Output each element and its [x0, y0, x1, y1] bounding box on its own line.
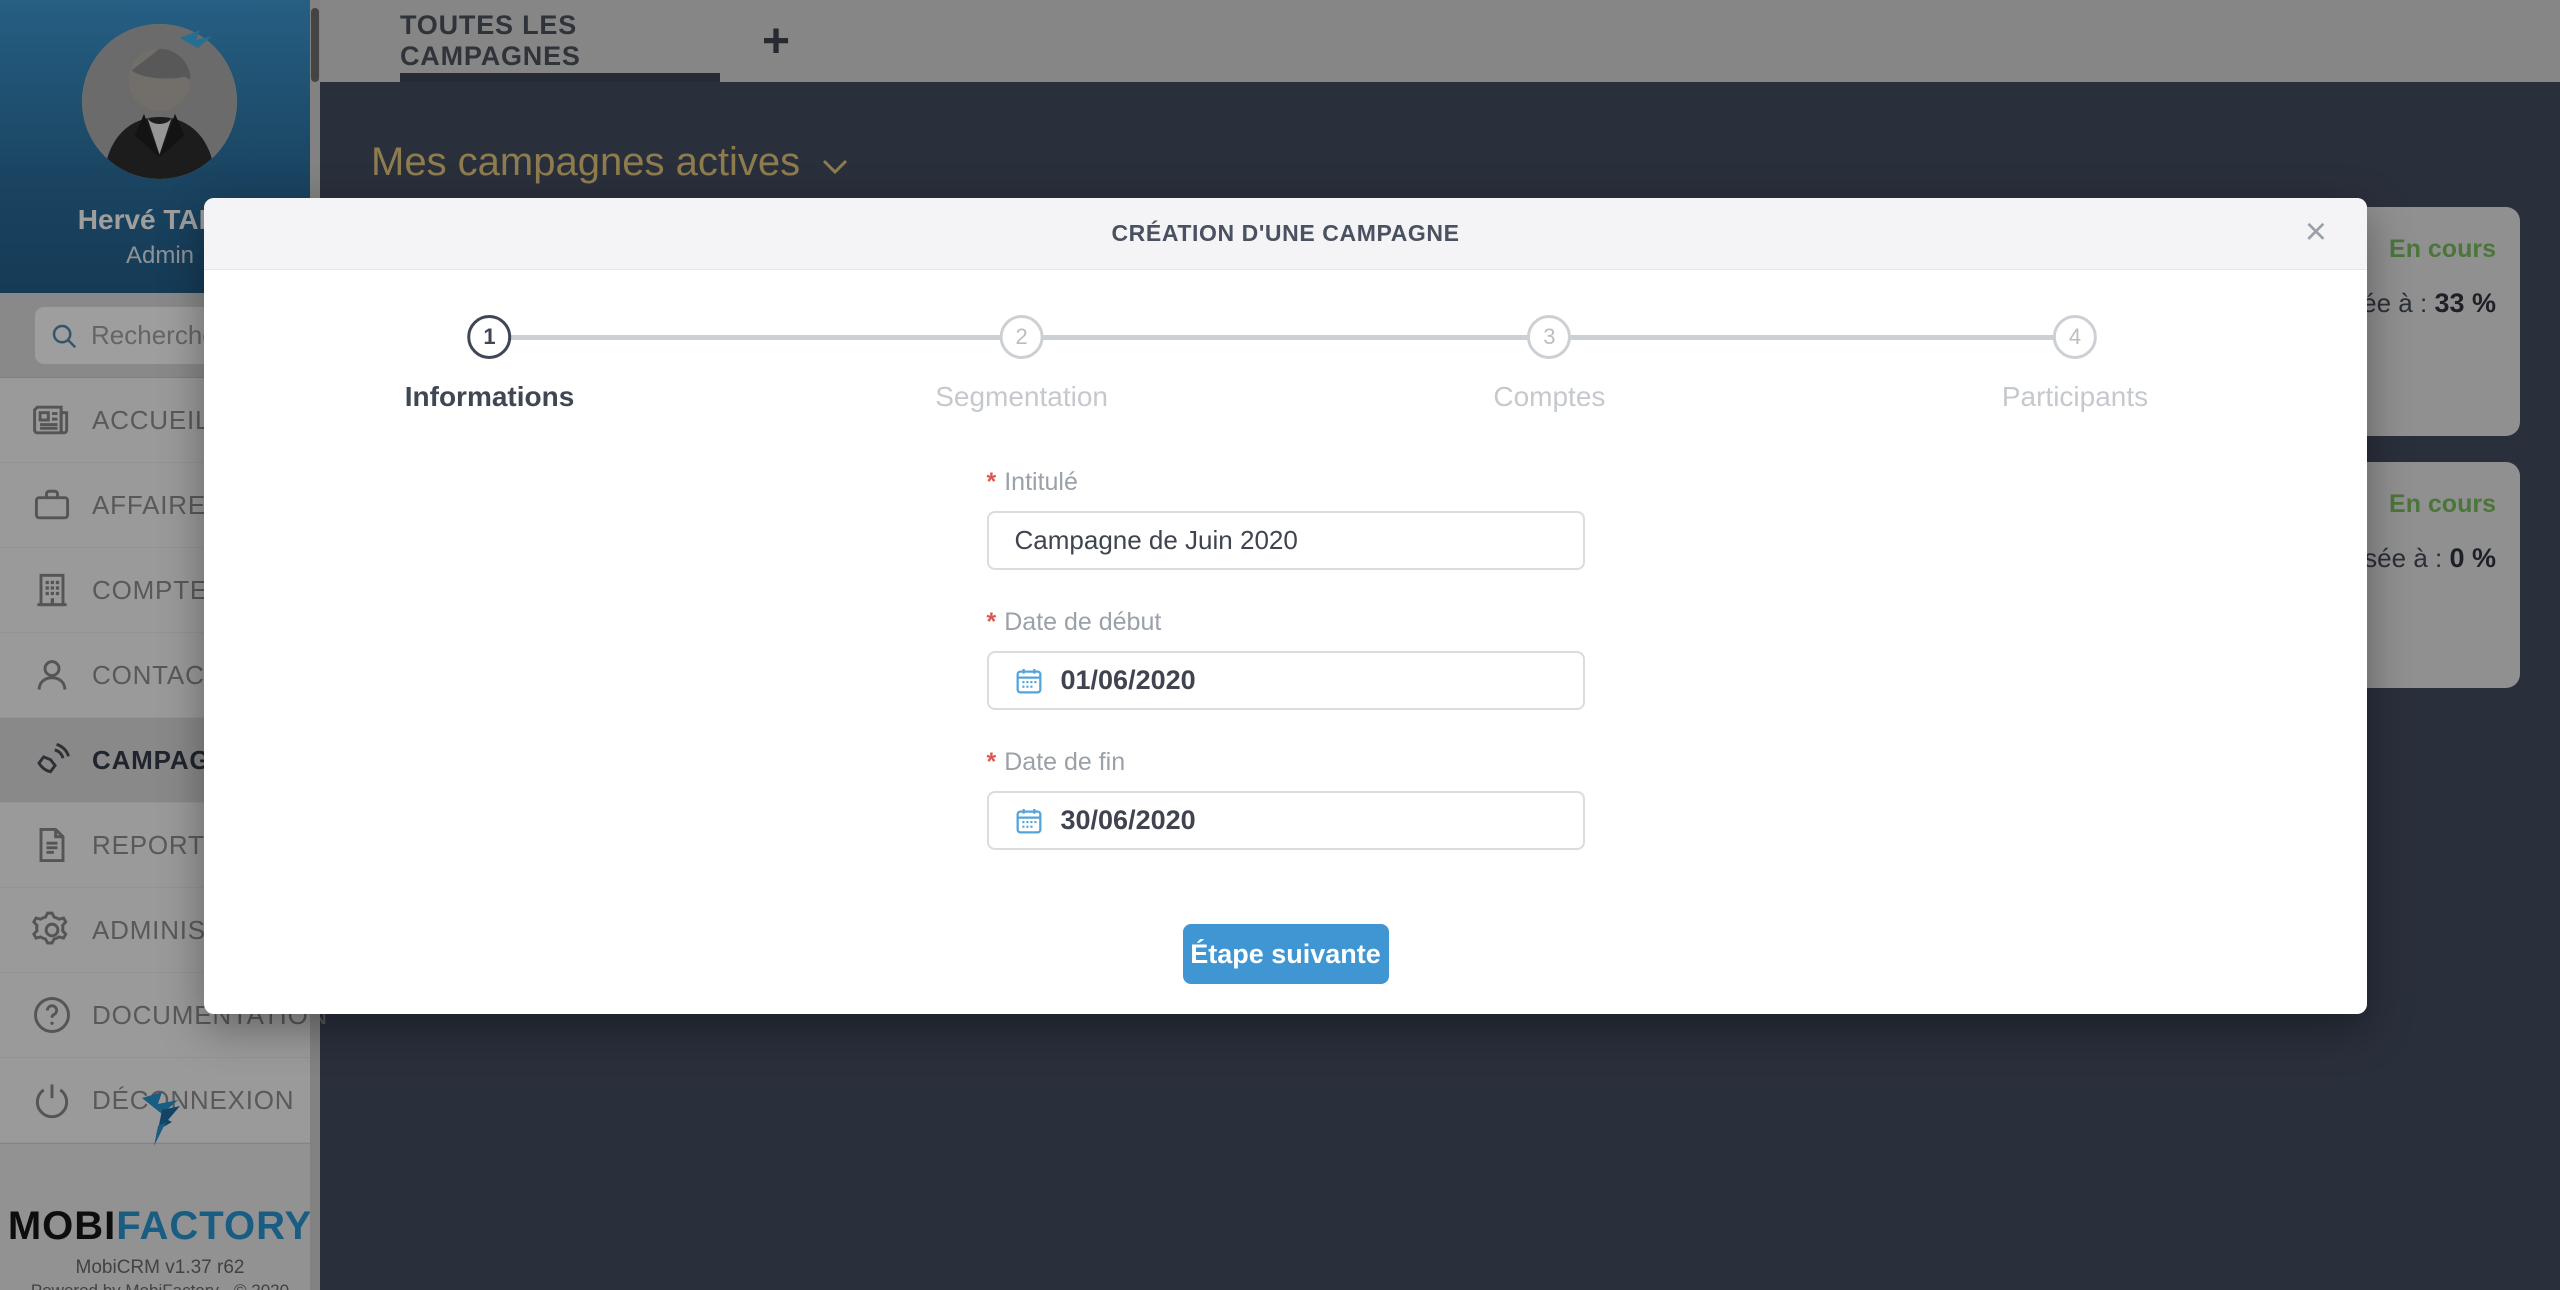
field-label: *Date de fin	[987, 748, 1585, 777]
label-text: Date de fin	[1004, 748, 1125, 776]
calendar-icon	[1013, 805, 1045, 837]
date-debut-input[interactable]: 01/06/2020	[987, 651, 1585, 710]
step-informations: 1 Informations	[405, 294, 575, 413]
modal-title: CRÉATION D'UNE CAMPAGNE	[1111, 220, 1459, 247]
step-segmentation: 2 Segmentation	[935, 294, 1108, 413]
field-date-debut: *Date de début 01/06/2020	[987, 608, 1585, 710]
modal-header: CRÉATION D'UNE CAMPAGNE ×	[204, 198, 2367, 270]
step-label: Informations	[405, 381, 575, 413]
step-label: Comptes	[1493, 381, 1605, 413]
stepper-connector	[490, 335, 2075, 340]
step-circle-3[interactable]: 3	[1527, 315, 1571, 359]
date-debut-value: 01/06/2020	[1061, 665, 1196, 696]
date-fin-input[interactable]: 30/06/2020	[987, 791, 1585, 850]
campaign-form: *Intitulé *Date de début 01/06/2020 *Dat…	[987, 468, 1585, 984]
field-date-fin: *Date de fin 30/06/2020	[987, 748, 1585, 850]
field-intitule: *Intitulé	[987, 468, 1585, 570]
step-comptes: 3 Comptes	[1493, 294, 1605, 413]
calendar-icon	[1013, 665, 1045, 697]
step-label: Segmentation	[935, 381, 1108, 413]
step-label: Participants	[2002, 381, 2148, 413]
next-step-button[interactable]: Étape suivante	[1183, 924, 1389, 984]
label-text: Intitulé	[1004, 468, 1078, 496]
field-label: *Date de début	[987, 608, 1585, 637]
step-circle-2[interactable]: 2	[1000, 315, 1044, 359]
required-asterisk: *	[987, 608, 997, 636]
campaign-creation-modal: CRÉATION D'UNE CAMPAGNE × 1 Informations…	[204, 198, 2367, 1014]
close-icon[interactable]: ×	[2305, 210, 2327, 254]
field-label: *Intitulé	[987, 468, 1585, 497]
required-asterisk: *	[987, 468, 997, 496]
label-text: Date de début	[1004, 608, 1161, 636]
app-window: Hervé TAMA Admin ACCUEIL	[0, 0, 2560, 1290]
step-circle-4[interactable]: 4	[2053, 315, 2097, 359]
step-participants: 4 Participants	[2002, 294, 2148, 413]
step-circle-1[interactable]: 1	[468, 315, 512, 359]
date-fin-value: 30/06/2020	[1061, 805, 1196, 836]
stepper: 1 Informations 2 Segmentation 3 Comptes …	[204, 294, 2367, 444]
required-asterisk: *	[987, 748, 997, 776]
intitule-input[interactable]	[987, 511, 1585, 570]
